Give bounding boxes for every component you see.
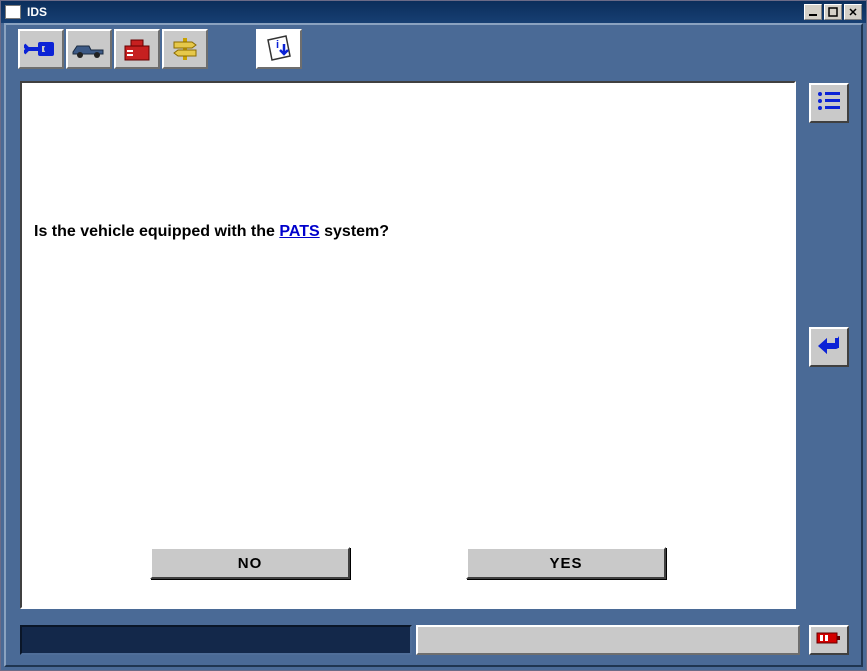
toolbox-button[interactable]	[114, 29, 160, 69]
client-area: i Is the vehicle equipped with the PATS …	[4, 23, 863, 667]
back-arrow-icon	[815, 332, 843, 363]
minimize-button[interactable]	[804, 4, 822, 20]
vehicle-button[interactable]	[66, 29, 112, 69]
question-text: Is the vehicle equipped with the PATS sy…	[34, 223, 782, 241]
signpost-button[interactable]	[162, 29, 208, 69]
close-button[interactable]	[844, 4, 862, 20]
list-view-icon	[816, 89, 842, 118]
window-title: IDS	[27, 5, 804, 19]
question-prefix: Is the vehicle equipped with the	[34, 223, 279, 240]
connection-icon	[24, 36, 58, 62]
window-controls	[804, 4, 862, 20]
toolbar: i	[18, 29, 302, 69]
connection-button[interactable]	[18, 29, 64, 69]
answer-row: NO YES	[22, 547, 794, 579]
vehicle-icon	[71, 38, 107, 60]
yes-button[interactable]: YES	[466, 547, 666, 579]
back-button[interactable]	[809, 327, 849, 367]
battery-icon	[815, 629, 843, 652]
app-window: IDS	[0, 0, 867, 671]
info-download-button[interactable]: i	[256, 29, 302, 69]
signpost-icon	[170, 36, 200, 62]
pats-link[interactable]: PATS	[279, 223, 319, 240]
titlebar: IDS	[1, 1, 866, 23]
question-suffix: system?	[320, 223, 389, 240]
no-button[interactable]: NO	[150, 547, 350, 579]
app-icon	[5, 5, 21, 19]
info-download-icon: i	[262, 34, 296, 64]
battery-button[interactable]	[809, 625, 849, 655]
toolbox-icon	[121, 36, 153, 62]
status-bar-right	[416, 625, 800, 655]
content-panel: Is the vehicle equipped with the PATS sy…	[20, 81, 796, 609]
maximize-button[interactable]	[824, 4, 842, 20]
list-view-button[interactable]	[809, 83, 849, 123]
svg-text:i: i	[276, 39, 279, 51]
status-bar-left	[20, 625, 412, 655]
